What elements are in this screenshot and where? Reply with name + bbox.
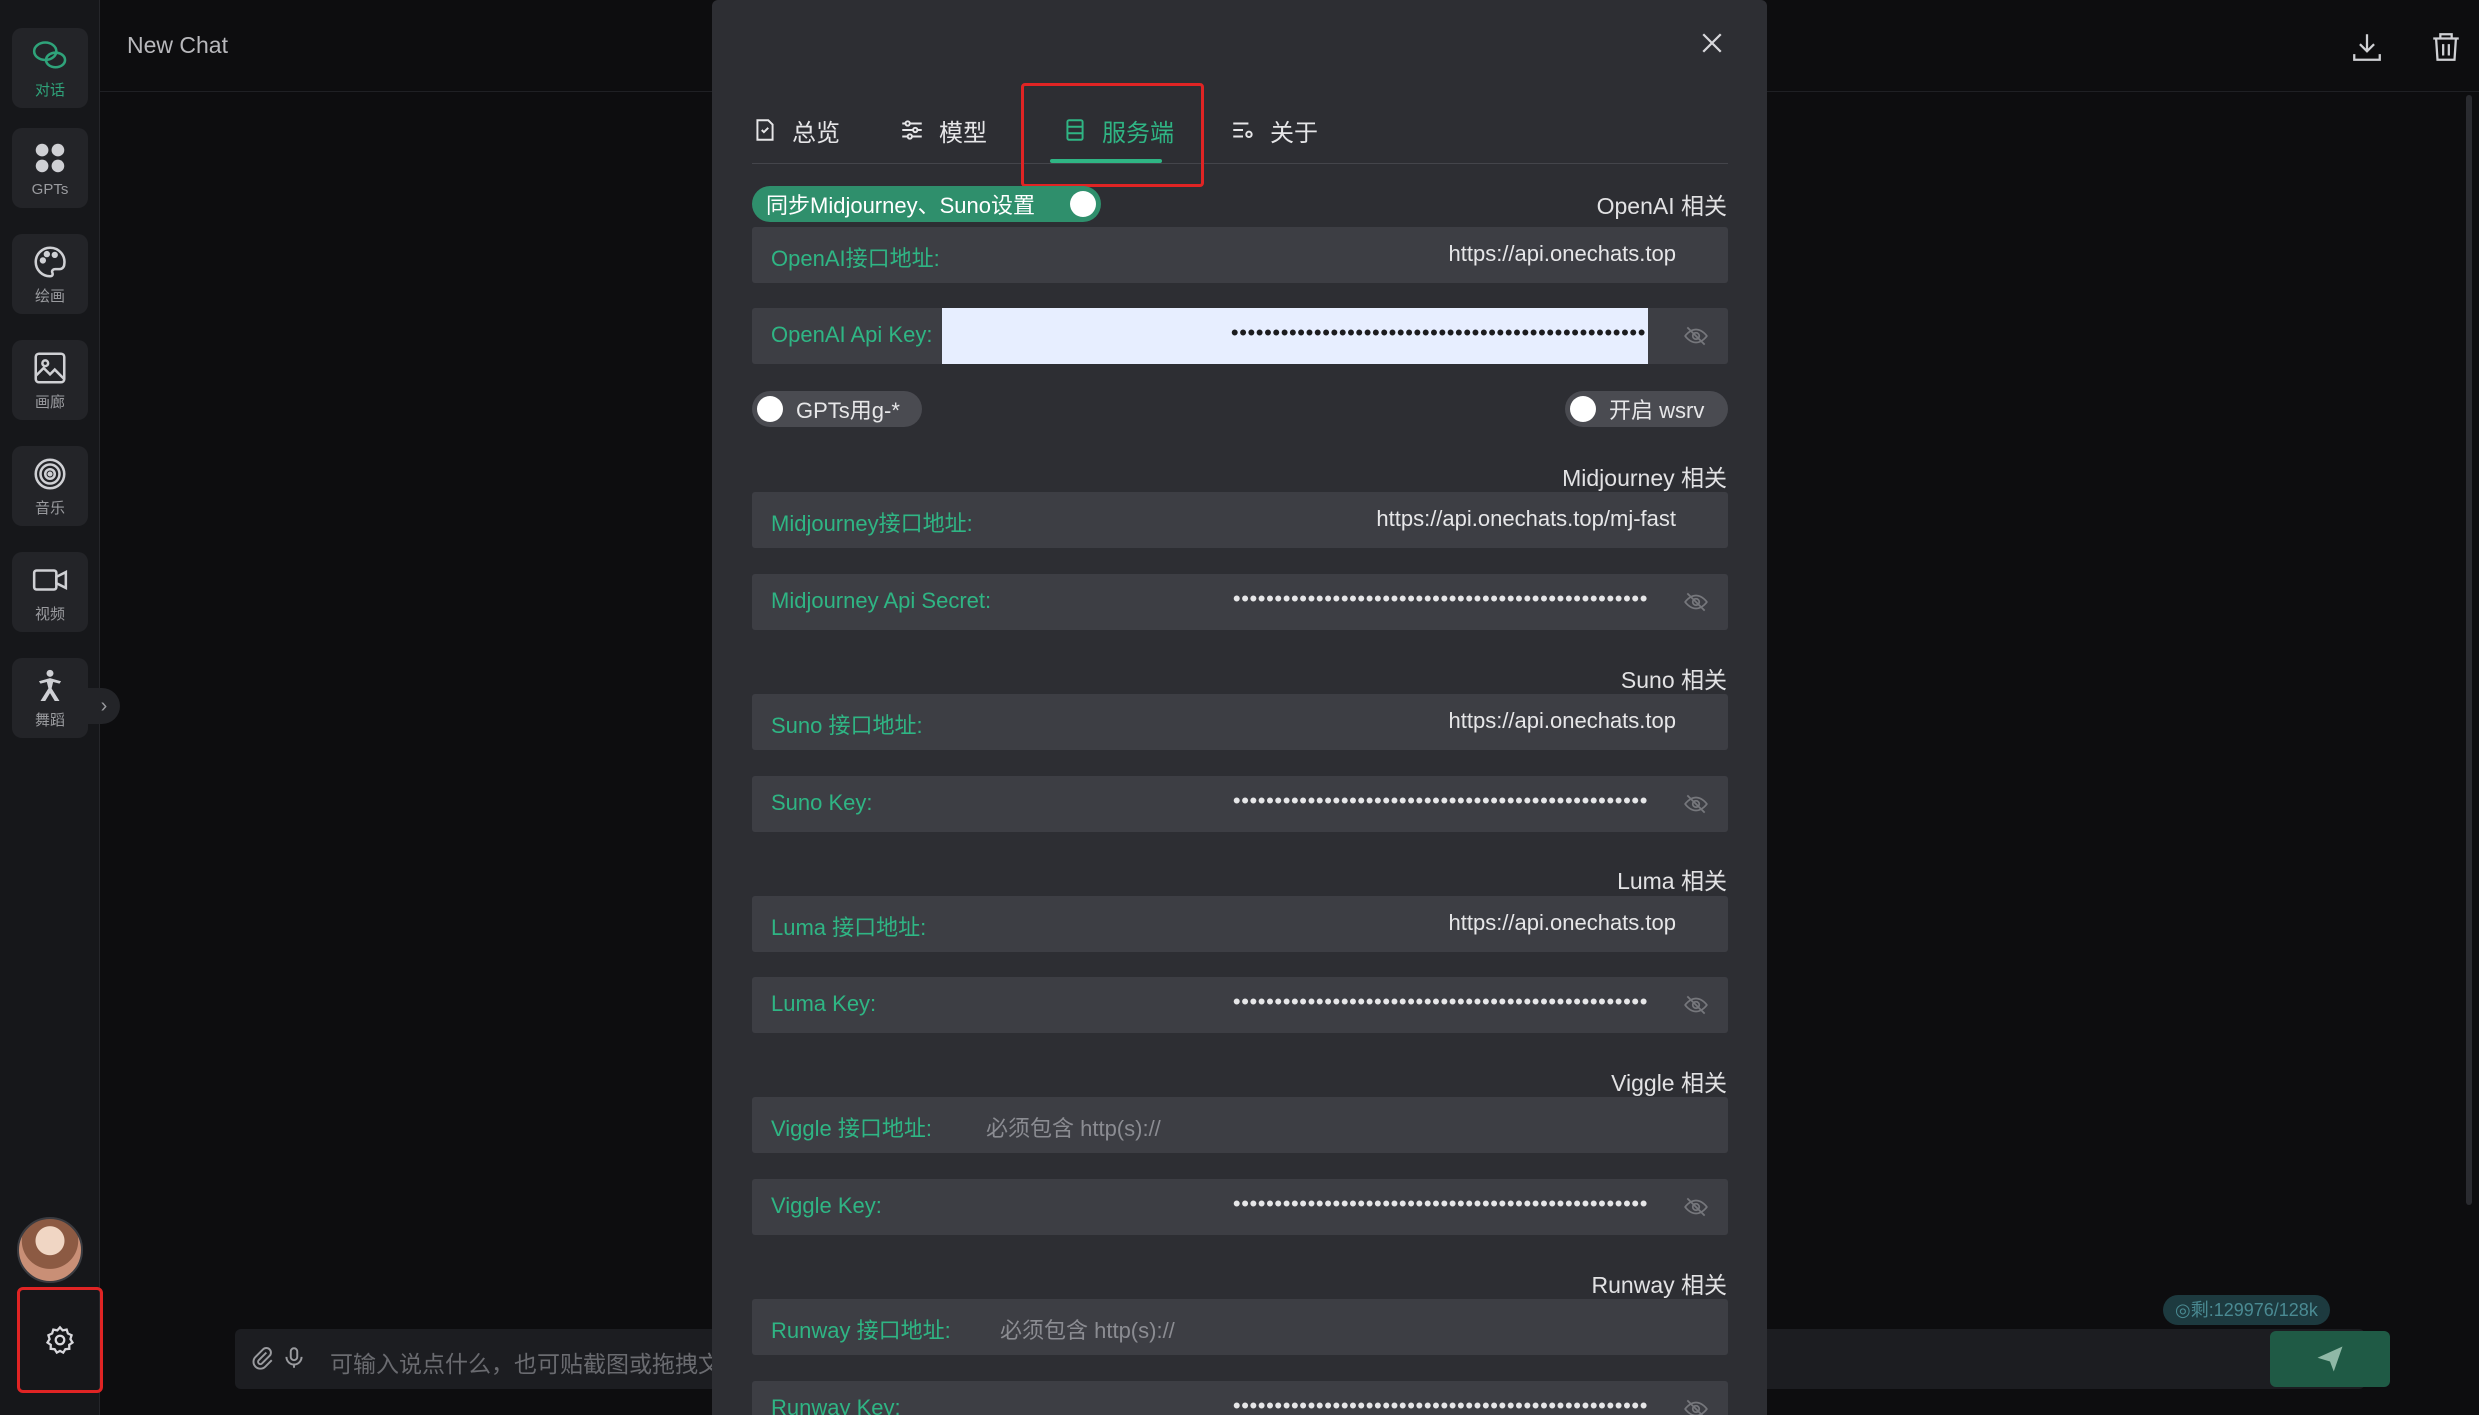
trash-icon[interactable] bbox=[2429, 30, 2463, 64]
sidebar-item-label: GPTs bbox=[31, 180, 69, 198]
masked-value: ••••••••••••••••••••••••••••••••••••••••… bbox=[1232, 1393, 1648, 1415]
toggle-label: GPTs用g-* bbox=[796, 398, 900, 423]
openai-url-field[interactable]: OpenAI接口地址: https://api.onechats.top bbox=[752, 227, 1728, 283]
token-counter-badge: ◎剩:129976/128k bbox=[2163, 1295, 2330, 1325]
sidebar-item-chat[interactable]: 对话 bbox=[12, 28, 88, 108]
sidebar: 对话 GPTs 绘画 画廊 音乐 视频 舞蹈 › bbox=[0, 0, 120, 1415]
field-value: https://api.onechats.top bbox=[1448, 708, 1677, 733]
token-counter-text: 剩:129976/128k bbox=[2190, 1300, 2318, 1320]
chat-input-placeholder: 可输入说点什么，也可贴截图或拖拽文 bbox=[330, 1351, 721, 1377]
luma-key-field[interactable]: Luma Key: ••••••••••••••••••••••••••••••… bbox=[752, 977, 1728, 1033]
attachment-icon[interactable] bbox=[249, 1345, 275, 1371]
token-icon: ◎ bbox=[2175, 1300, 2191, 1320]
section-title-suno: Suno 相关 bbox=[1620, 667, 1727, 693]
eye-off-icon[interactable] bbox=[1682, 1396, 1710, 1415]
runway-key-field[interactable]: Runway Key: ••••••••••••••••••••••••••••… bbox=[752, 1381, 1728, 1415]
chat-icon bbox=[32, 40, 67, 69]
midjourney-url-field[interactable]: Midjourney接口地址: https://api.onechats.top… bbox=[752, 492, 1728, 548]
sidebar-item-label: 对话 bbox=[34, 81, 65, 99]
section-title-luma: Luma 相关 bbox=[1617, 868, 1727, 894]
toggle-label: 同步Midjourney、Suno设置 bbox=[766, 193, 1035, 218]
section-title-midjourney: Midjourney 相关 bbox=[1562, 465, 1727, 491]
sidebar-item-gpts[interactable]: GPTs bbox=[12, 128, 88, 208]
viggle-key-field[interactable]: Viggle Key: ••••••••••••••••••••••••••••… bbox=[752, 1179, 1728, 1235]
openai-api-key-input[interactable]: ••••••••••••••••••••••••••••••••••••••••… bbox=[942, 308, 1648, 364]
sidebar-item-gallery[interactable]: 画廊 bbox=[12, 340, 88, 420]
section-title-openai: OpenAI 相关 bbox=[1596, 193, 1727, 219]
server-settings-panel: 同步Midjourney、Suno设置 OpenAI 相关 OpenAI接口地址… bbox=[712, 0, 1767, 1415]
eye-off-icon[interactable] bbox=[1682, 992, 1710, 1018]
page-scrollbar[interactable] bbox=[2466, 95, 2472, 1205]
gpts-g-toggle[interactable]: GPTs用g-* bbox=[752, 391, 922, 427]
field-value: https://api.onechats.top bbox=[1448, 241, 1677, 266]
video-icon bbox=[32, 568, 68, 591]
music-icon bbox=[34, 457, 66, 490]
toggle-label: 开启 wsrv bbox=[1609, 398, 1705, 423]
sidebar-item-music[interactable]: 音乐 bbox=[12, 446, 88, 526]
gallery-icon bbox=[34, 351, 66, 384]
eye-off-icon[interactable] bbox=[1682, 791, 1710, 817]
field-label: OpenAI接口地址: bbox=[771, 246, 940, 271]
field-label: Suno 接口地址: bbox=[771, 713, 923, 738]
field-label: Viggle Key: bbox=[771, 1193, 882, 1218]
sidebar-item-dance[interactable]: 舞蹈 bbox=[12, 658, 88, 738]
field-label: Midjourney Api Secret: bbox=[771, 588, 992, 613]
masked-value: ••••••••••••••••••••••••••••••••••••••••… bbox=[1232, 788, 1648, 813]
sidebar-item-label: 视频 bbox=[34, 605, 65, 623]
toggle-knob bbox=[757, 396, 783, 422]
toggle-knob bbox=[1570, 396, 1596, 422]
field-value: https://api.onechats.top/mj-fast bbox=[1376, 506, 1676, 531]
field-label: Luma 接口地址: bbox=[771, 915, 927, 940]
masked-value: ••••••••••••••••••••••••••••••••••••••••… bbox=[1232, 989, 1648, 1014]
eye-off-icon[interactable] bbox=[1682, 1194, 1710, 1220]
sidebar-item-label: 舞蹈 bbox=[34, 711, 65, 729]
section-title-viggle: Viggle 相关 bbox=[1611, 1070, 1727, 1096]
avatar[interactable] bbox=[17, 1217, 83, 1283]
apps-icon bbox=[35, 143, 65, 172]
field-label: Midjourney接口地址: bbox=[771, 511, 973, 536]
suno-key-field[interactable]: Suno Key: ••••••••••••••••••••••••••••••… bbox=[752, 776, 1728, 832]
sidebar-item-label: 音乐 bbox=[34, 499, 65, 517]
send-button[interactable] bbox=[2270, 1331, 2390, 1387]
field-label: Viggle 接口地址: bbox=[771, 1116, 932, 1141]
runway-url-field[interactable]: Runway 接口地址: 必须包含 http(s):// bbox=[752, 1299, 1728, 1355]
settings-button[interactable] bbox=[17, 1287, 103, 1393]
field-label: Luma Key: bbox=[771, 991, 877, 1016]
field-label: Runway Key: bbox=[771, 1395, 901, 1415]
field-label: Runway 接口地址: bbox=[771, 1318, 951, 1343]
gear-icon bbox=[45, 1325, 75, 1355]
section-title-runway: Runway 相关 bbox=[1591, 1272, 1727, 1298]
app-root: 对话 GPTs 绘画 画廊 音乐 视频 舞蹈 › New Chat ◎剩:129… bbox=[0, 0, 2479, 1415]
wsrv-toggle[interactable]: 开启 wsrv bbox=[1565, 391, 1728, 427]
sidebar-item-drawing[interactable]: 绘画 bbox=[12, 234, 88, 314]
download-icon[interactable] bbox=[2350, 30, 2384, 64]
sidebar-item-video[interactable]: 视频 bbox=[12, 552, 88, 632]
chevron-right-icon: › bbox=[100, 694, 108, 717]
microphone-icon[interactable] bbox=[281, 1345, 307, 1371]
viggle-url-field[interactable]: Viggle 接口地址: 必须包含 http(s):// bbox=[752, 1097, 1728, 1153]
masked-value: ••••••••••••••••••••••••••••••••••••••••… bbox=[1230, 320, 1646, 345]
sync-midjourney-suno-toggle[interactable]: 同步Midjourney、Suno设置 bbox=[752, 186, 1101, 222]
eye-off-icon[interactable] bbox=[1682, 589, 1710, 615]
field-placeholder: 必须包含 http(s):// bbox=[986, 1116, 1161, 1141]
eye-off-icon[interactable] bbox=[1682, 323, 1710, 349]
midjourney-secret-field[interactable]: Midjourney Api Secret: •••••••••••••••••… bbox=[752, 574, 1728, 630]
masked-value: ••••••••••••••••••••••••••••••••••••••••… bbox=[1232, 586, 1648, 611]
toggle-knob bbox=[1070, 191, 1096, 217]
field-label: OpenAI Api Key: bbox=[771, 322, 933, 347]
field-value: https://api.onechats.top bbox=[1448, 910, 1677, 935]
openai-api-key-field[interactable]: OpenAI Api Key: ••••••••••••••••••••••••… bbox=[752, 308, 1728, 364]
dance-icon bbox=[38, 669, 62, 701]
sidebar-item-label: 画廊 bbox=[34, 393, 65, 411]
chat-title: New Chat bbox=[127, 32, 228, 58]
sidebar-item-label: 绘画 bbox=[34, 287, 65, 305]
field-placeholder: 必须包含 http(s):// bbox=[1000, 1318, 1175, 1343]
sidebar-collapse-button[interactable]: › bbox=[88, 688, 120, 724]
suno-url-field[interactable]: Suno 接口地址: https://api.onechats.top bbox=[752, 694, 1728, 750]
luma-url-field[interactable]: Luma 接口地址: https://api.onechats.top bbox=[752, 896, 1728, 952]
palette-icon bbox=[34, 245, 66, 278]
masked-value: ••••••••••••••••••••••••••••••••••••••••… bbox=[1232, 1191, 1648, 1216]
send-icon bbox=[2317, 1346, 2343, 1372]
field-label: Suno Key: bbox=[771, 790, 873, 815]
